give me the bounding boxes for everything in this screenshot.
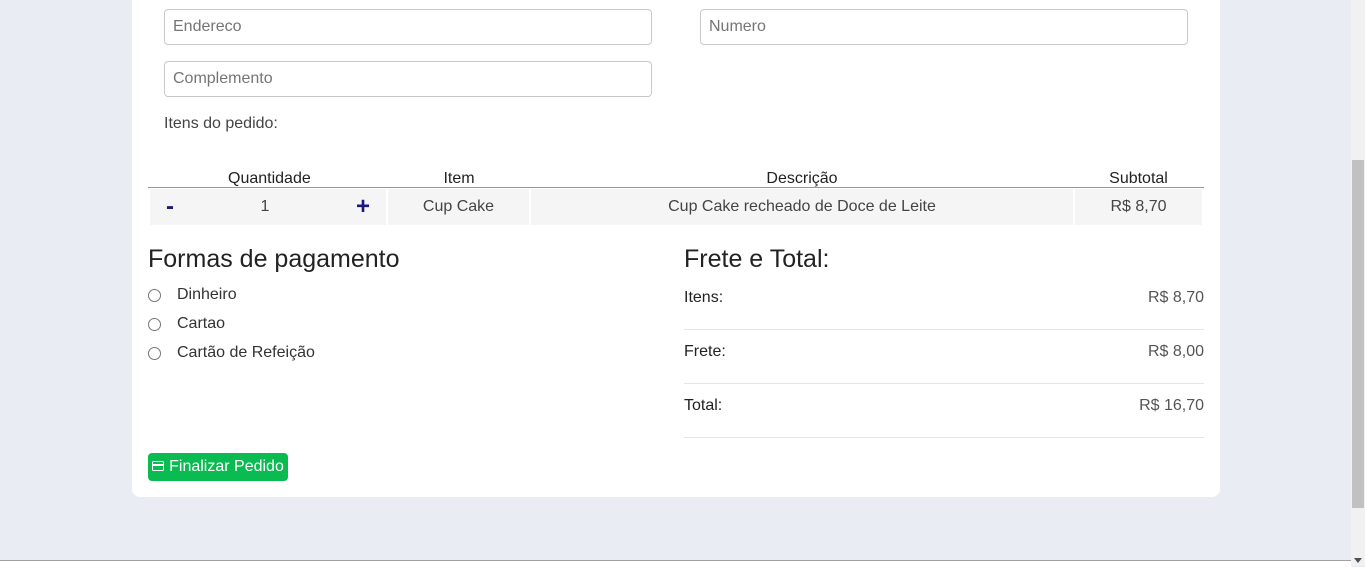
payment-option-cartao[interactable]: Cartao: [148, 315, 225, 333]
credit-card-icon: [152, 458, 165, 476]
radio-dinheiro[interactable]: [148, 288, 161, 302]
header-quantity: Quantidade: [228, 170, 311, 187]
decrease-quantity-button[interactable]: -: [166, 193, 174, 221]
summary-row-total: Total: R$ 16,70: [684, 383, 1204, 438]
payment-option-dinheiro[interactable]: Dinheiro: [148, 286, 237, 304]
payment-option-label: Cartao: [177, 315, 226, 332]
radio-cartao-refeicao[interactable]: [148, 346, 161, 360]
quantity-stepper: - 1 +: [150, 189, 386, 225]
increase-quantity-button[interactable]: +: [356, 193, 370, 221]
summary-row-shipping: Frete: R$ 8,00: [684, 329, 1204, 384]
radio-cartao[interactable]: [148, 317, 161, 331]
summary-label: Itens:: [684, 289, 724, 306]
scrollbar-thumb[interactable]: [1352, 160, 1364, 508]
item-description-cell: Cup Cake recheado de Doce de Leite: [531, 189, 1073, 225]
table-header-divider: [148, 187, 1204, 188]
summary-value: R$ 16,70: [1139, 397, 1204, 414]
finalize-order-button[interactable]: Finalizar Pedido: [148, 453, 288, 481]
payment-methods-title: Formas de pagamento: [148, 245, 400, 273]
order-items-label: Itens do pedido:: [164, 115, 278, 132]
header-subtotal: Subtotal: [1109, 170, 1168, 187]
shipping-total-title: Frete e Total:: [684, 245, 830, 273]
header-description: Descrição: [766, 170, 838, 187]
number-input[interactable]: [700, 9, 1188, 45]
summary-value: R$ 8,00: [1147, 343, 1204, 360]
item-subtotal-cell: R$ 8,70: [1075, 189, 1202, 225]
summary-value: R$ 8,70: [1147, 289, 1204, 306]
vertical-scrollbar[interactable]: [1351, 0, 1365, 566]
finalize-order-label: Finalizar Pedido: [169, 458, 284, 475]
summary-label: Total:: [684, 397, 723, 414]
payment-option-cartao-refeicao[interactable]: Cartão de Refeição: [148, 344, 315, 362]
quantity-value: 1: [260, 198, 270, 215]
order-card: Itens do pedido: Quantidade Item Descriç…: [132, 0, 1220, 497]
item-name-cell: Cup Cake: [388, 189, 529, 225]
header-item: Item: [443, 170, 475, 187]
summary-label: Frete:: [684, 343, 726, 360]
summary-row-items: Itens: R$ 8,70: [684, 275, 1204, 330]
payment-option-label: Dinheiro: [177, 286, 237, 303]
scroll-down-arrow-icon[interactable]: [1354, 558, 1362, 563]
address-input[interactable]: [164, 9, 652, 45]
complement-input[interactable]: [164, 61, 652, 97]
payment-option-label: Cartão de Refeição: [177, 344, 315, 361]
